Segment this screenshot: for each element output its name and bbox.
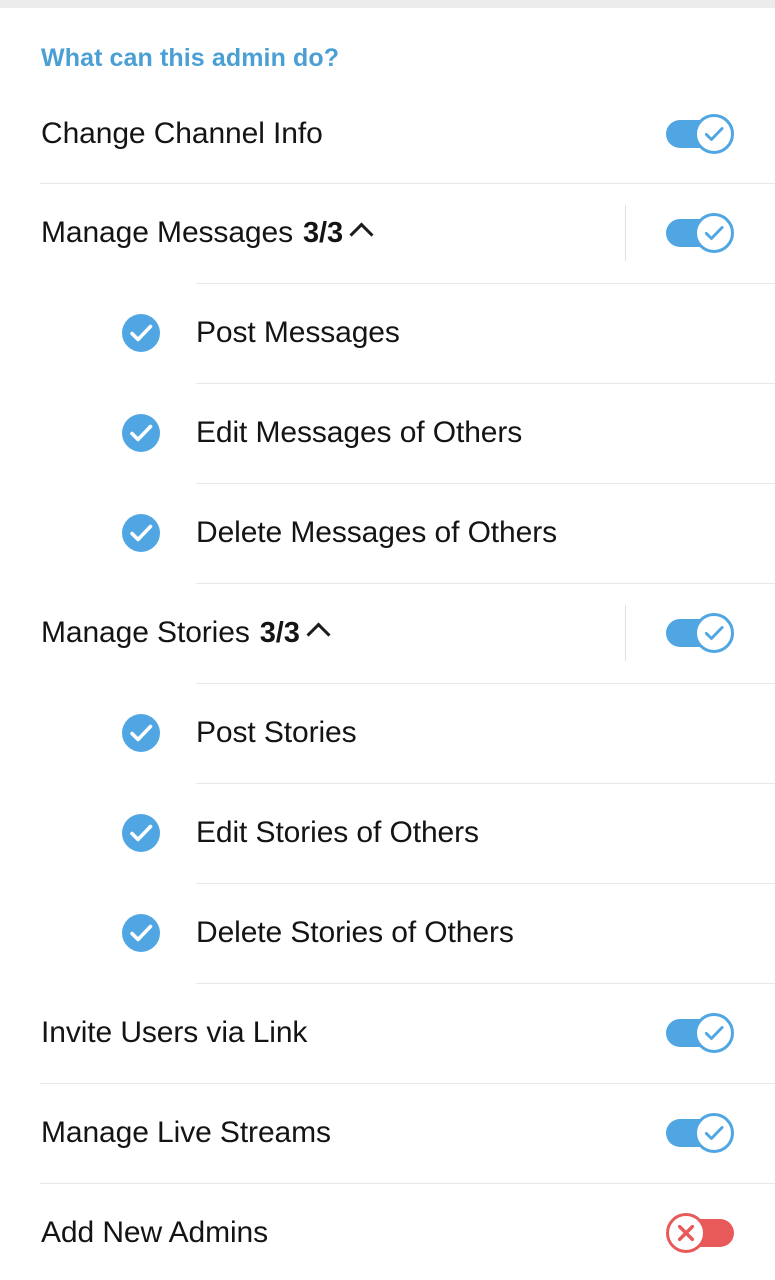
- sub-permission-label: Post Stories: [196, 716, 357, 749]
- toggle-container: [625, 1183, 775, 1280]
- sub-row-divider: [196, 683, 775, 684]
- sub-permission-row[interactable]: Post Stories: [0, 683, 775, 783]
- check-circle-icon[interactable]: [122, 314, 160, 352]
- check-circle-icon: [130, 724, 153, 742]
- permission-label: Change Channel Info: [41, 117, 323, 151]
- permission-row[interactable]: Add New Admins: [0, 1183, 775, 1280]
- permission-row[interactable]: Manage Live Streams: [0, 1083, 775, 1183]
- sub-permission-label: Edit Stories of Others: [196, 816, 479, 849]
- permission-label-text: Invite Users via Link: [41, 1016, 308, 1049]
- check-circle-icon: [130, 924, 153, 942]
- sub-permission-row[interactable]: Delete Stories of Others: [0, 883, 775, 983]
- check-circle-icon[interactable]: [122, 714, 160, 752]
- permission-label-text: Manage Stories: [41, 616, 250, 649]
- toggle-container: [625, 183, 775, 283]
- check-icon: [704, 1026, 724, 1040]
- toggle-knob: [694, 613, 734, 653]
- toggle-container: [625, 983, 775, 1083]
- permission-toggle[interactable]: [666, 1013, 734, 1053]
- toggle-knob: [694, 1113, 734, 1153]
- permission-label: Manage Live Streams: [41, 1116, 331, 1150]
- check-icon: [704, 226, 724, 240]
- permission-label-text: Manage Messages: [41, 216, 293, 249]
- admin-rights-screen: What can this admin do? Change Channel I…: [0, 0, 775, 1280]
- check-circle-icon: [130, 324, 153, 342]
- sub-permission-label: Post Messages: [196, 316, 400, 349]
- check-icon: [704, 1126, 724, 1140]
- sub-row-divider: [196, 783, 775, 784]
- sub-permission-label: Delete Messages of Others: [196, 516, 558, 549]
- sub-permission-row[interactable]: Delete Messages of Others: [0, 483, 775, 583]
- permission-row[interactable]: Invite Users via Link: [0, 983, 775, 1083]
- permission-count: 3/3: [259, 616, 300, 649]
- sub-permission-label: Delete Stories of Others: [196, 916, 514, 949]
- check-circle-icon[interactable]: [122, 514, 160, 552]
- permission-row[interactable]: Manage Stories 3/3: [0, 583, 775, 683]
- vertical-separator: [625, 205, 626, 261]
- check-circle-icon: [130, 524, 153, 542]
- check-icon: [704, 626, 724, 640]
- sub-row-divider: [196, 283, 775, 284]
- permission-toggle[interactable]: [666, 613, 734, 653]
- status-bar-strip: [0, 0, 775, 8]
- permission-row[interactable]: Change Channel Info: [0, 85, 775, 183]
- check-circle-icon: [130, 824, 153, 842]
- toggle-knob: [666, 1213, 706, 1253]
- sub-permission-row[interactable]: Post Messages: [0, 283, 775, 383]
- permission-row[interactable]: Manage Messages 3/3: [0, 183, 775, 283]
- permission-label: Invite Users via Link: [41, 1016, 307, 1050]
- chevron-up-icon[interactable]: [308, 619, 330, 641]
- chevron-up-icon[interactable]: [351, 219, 373, 241]
- permission-label: Manage Messages 3/3: [41, 216, 373, 250]
- sub-permission-row[interactable]: Edit Messages of Others: [0, 383, 775, 483]
- check-icon: [704, 127, 724, 141]
- check-circle-icon: [130, 424, 153, 442]
- permission-label-text: Add New Admins: [41, 1216, 269, 1249]
- permission-toggle[interactable]: [666, 1113, 734, 1153]
- permission-count: 3/3: [302, 216, 343, 249]
- permission-label-text: Manage Live Streams: [41, 1116, 331, 1149]
- section-header-what-can-this-admin-do: What can this admin do?: [41, 44, 340, 72]
- permission-label-text: Change Channel Info: [41, 117, 323, 150]
- sub-row-divider: [196, 383, 775, 384]
- toggle-container: [625, 1083, 775, 1183]
- check-circle-icon[interactable]: [122, 914, 160, 952]
- sub-permission-row[interactable]: Edit Stories of Others: [0, 783, 775, 883]
- sub-permission-label: Edit Messages of Others: [196, 416, 523, 449]
- cross-icon: [677, 1224, 695, 1242]
- permission-label: Manage Stories 3/3: [41, 616, 330, 650]
- toggle-knob: [694, 114, 734, 154]
- check-circle-icon[interactable]: [122, 414, 160, 452]
- toggle-knob: [694, 213, 734, 253]
- permission-toggle[interactable]: [666, 1213, 734, 1253]
- check-circle-icon[interactable]: [122, 814, 160, 852]
- vertical-separator: [625, 605, 626, 661]
- permission-label: Add New Admins: [41, 1216, 268, 1250]
- toggle-knob: [694, 1013, 734, 1053]
- toggle-container: [625, 85, 775, 183]
- permission-list: Change Channel Info Manage Messages 3/3 Pos…: [0, 85, 775, 1280]
- sub-row-divider: [196, 883, 775, 884]
- toggle-container: [625, 583, 775, 683]
- permission-toggle[interactable]: [666, 114, 734, 154]
- permission-toggle[interactable]: [666, 213, 734, 253]
- sub-row-divider: [196, 483, 775, 484]
